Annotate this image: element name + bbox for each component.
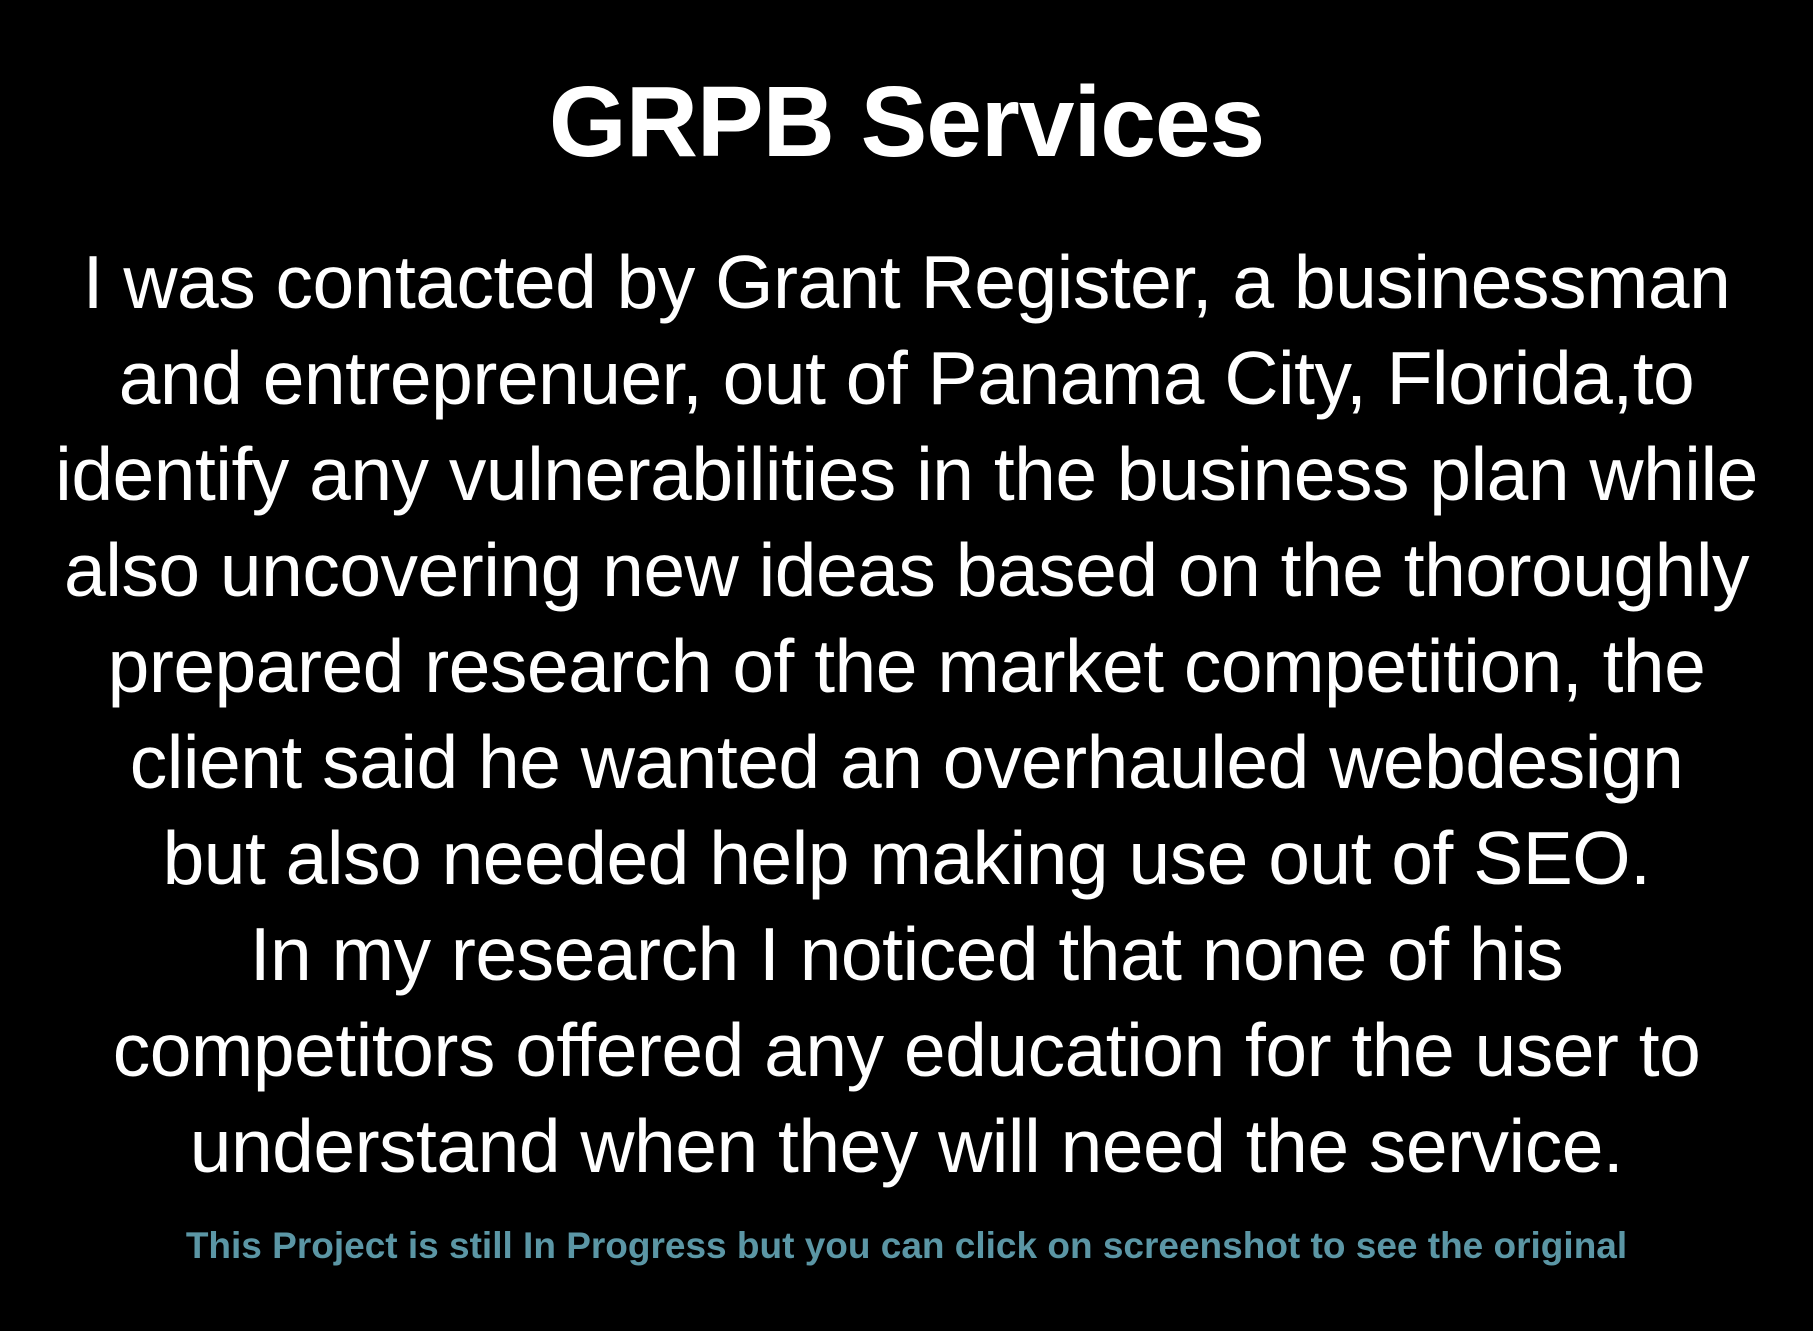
description-line: but also needed help making use out of S… [162,816,1651,900]
project-description: I was contacted by Grant Register, a bus… [0,234,1813,1194]
description-line: In my research I noticed that none of hi… [249,912,1564,996]
description-line: also uncovering new ideas based on the t… [63,528,1750,612]
description-line: client said he wanted an overhauled webd… [129,720,1684,804]
page-title: GRPB Services [548,66,1265,178]
description-line: competitors offered any education for th… [112,1008,1701,1092]
description-line: and entreprenuer, out of Panama City, Fl… [118,336,1695,420]
description-line: I was contacted by Grant Register, a bus… [82,240,1731,324]
original-screenshot-link[interactable]: This Project is still In Progress but yo… [186,1225,1627,1266]
description-line: understand when they will need the servi… [189,1104,1624,1188]
footer-note: This Project is still In Progress but yo… [0,1222,1813,1270]
project-page: GRPB Services I was contacted by Grant R… [0,0,1813,1331]
description-line: identify any vulnerabilities in the busi… [55,432,1758,516]
description-line: prepared research of the market competit… [107,624,1706,708]
